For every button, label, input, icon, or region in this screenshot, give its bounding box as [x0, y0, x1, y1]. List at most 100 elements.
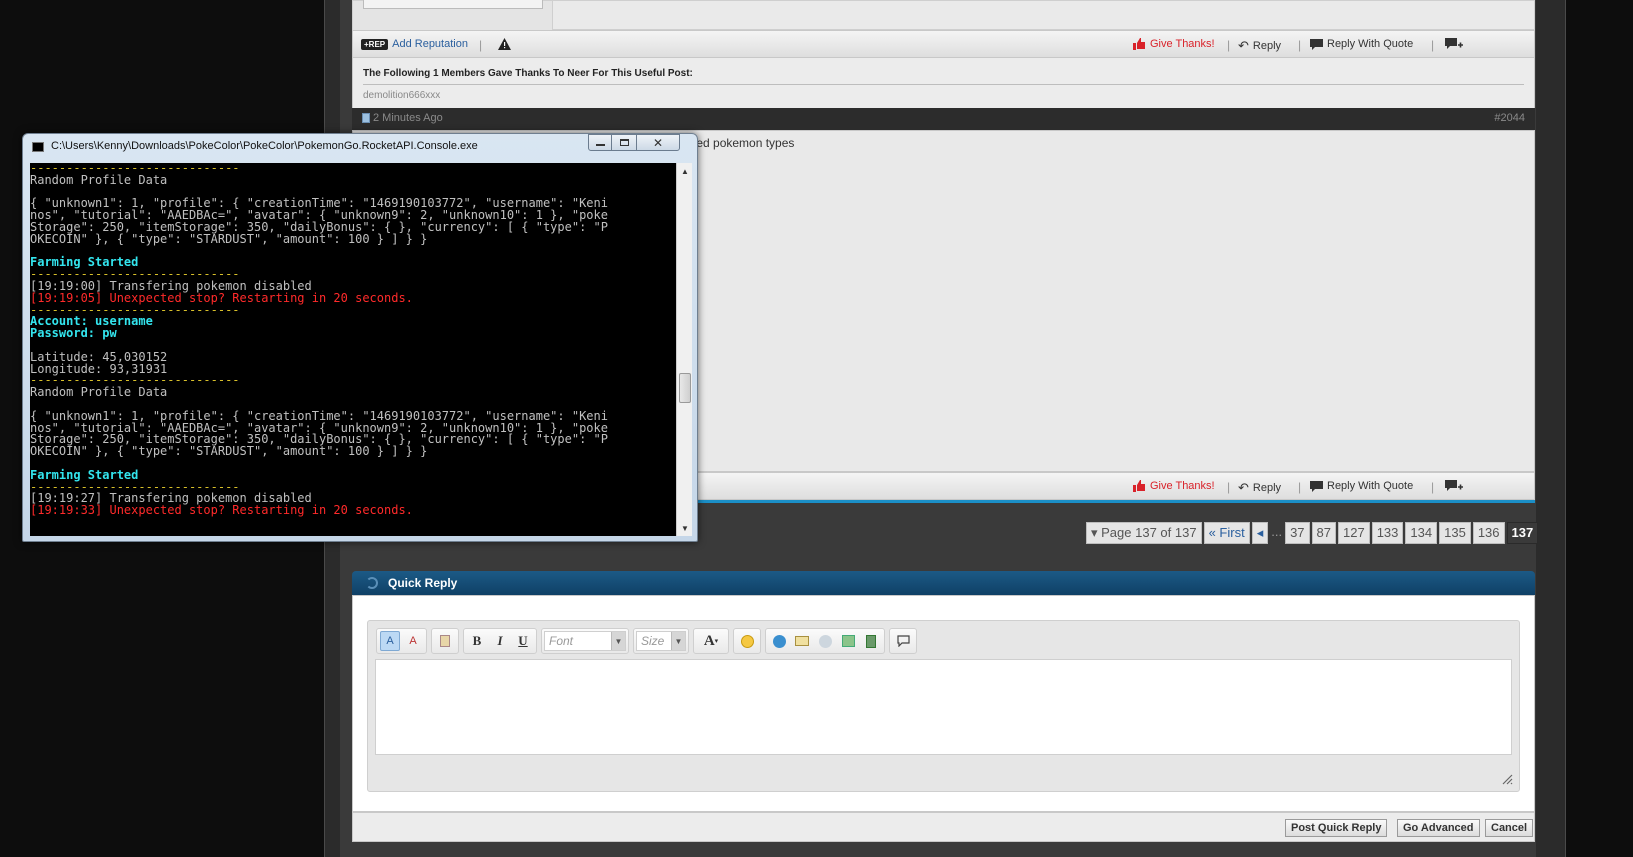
- post-time: 2 Minutes Ago: [362, 112, 443, 124]
- wysiwyg-toggle-icon[interactable]: A: [380, 631, 400, 651]
- scroll-thumb[interactable]: [679, 373, 691, 403]
- current-page: 137: [1506, 522, 1539, 544]
- console-line: Password: pw: [30, 326, 117, 341]
- previous-post-body: [352, 0, 1535, 31]
- post-number-link[interactable]: #2044: [1494, 112, 1525, 124]
- page-link[interactable]: 134: [1405, 522, 1438, 544]
- email-icon[interactable]: [792, 631, 812, 651]
- console-window[interactable]: C:\Users\Kenny\Downloads\PokeColor\PokeC…: [22, 133, 698, 542]
- size-select[interactable]: Size ▼: [636, 631, 686, 651]
- font-select[interactable]: Font ▼: [544, 631, 626, 651]
- console-app-icon: [32, 142, 44, 152]
- quick-reply-actions: Post Quick Reply Go Advanced Cancel: [352, 812, 1535, 842]
- editor: A A B I U Font ▼ Size ▼ A ▾: [367, 620, 1520, 792]
- remove-format-icon[interactable]: A: [403, 631, 423, 651]
- thumbs-up-icon: [1133, 38, 1145, 50]
- console-line: OKECOIN" }, { "type": "STARDUST", "amoun…: [30, 444, 428, 459]
- prev-page-link[interactable]: ◂: [1251, 522, 1269, 544]
- thanks-title: The Following 1 Members Gave Thanks To N…: [363, 68, 693, 79]
- multi-quote-button[interactable]: [1445, 480, 1463, 493]
- maximize-button[interactable]: [611, 134, 637, 151]
- post-header: 2 Minutes Ago #2044: [352, 108, 1535, 130]
- document-icon: [362, 113, 370, 123]
- page-link[interactable]: 133: [1371, 522, 1404, 544]
- thumbs-up-icon: [1133, 480, 1145, 492]
- reply-with-quote-label: Reply With Quote: [1327, 480, 1414, 492]
- give-thanks-label: Give Thanks!: [1150, 480, 1215, 492]
- underline-icon[interactable]: U: [513, 631, 533, 651]
- page-link[interactable]: 127: [1338, 522, 1370, 544]
- close-button[interactable]: ✕: [636, 134, 680, 151]
- thanked-user-link[interactable]: demolition666xxx: [363, 90, 440, 101]
- page-link[interactable]: 37: [1285, 522, 1310, 544]
- quick-reply-header: Quick Reply: [352, 571, 1535, 595]
- console-line: Random Profile Data: [30, 172, 168, 187]
- multi-quote-icon: [1445, 38, 1463, 49]
- quick-reply-icon: [366, 577, 378, 589]
- message-textarea[interactable]: [375, 659, 1512, 755]
- quote-bubble-icon: [1310, 480, 1323, 492]
- quick-reply-title: Quick Reply: [388, 576, 458, 590]
- console-line: Account: username: [30, 314, 153, 329]
- post-message-text: ted pokemon types: [693, 136, 795, 150]
- maximize-icon: [619, 139, 629, 146]
- page-link[interactable]: 87: [1311, 522, 1336, 544]
- reply-label: Reply: [1252, 482, 1282, 494]
- console-scrollbar[interactable]: ▲ ▼: [676, 163, 692, 536]
- reply-arrow-icon: ↶: [1238, 480, 1249, 495]
- reply-with-quote-button[interactable]: Reply With Quote: [1310, 480, 1413, 492]
- console-output: ----------------------------- Random Prof…: [30, 163, 676, 536]
- warning-icon: [498, 38, 511, 50]
- forum-footer: [340, 842, 1536, 857]
- pagination: ▾ Page 137 of 137 « First ◂ ... 37 87 12…: [1086, 522, 1539, 544]
- give-thanks-button[interactable]: Give Thanks!: [1133, 480, 1215, 492]
- quote-bubble-icon: [1310, 38, 1323, 50]
- thanks-box: The Following 1 Members Gave Thanks To N…: [352, 58, 1535, 108]
- post-time-label: 2 Minutes Ago: [373, 112, 443, 124]
- bold-icon[interactable]: B: [467, 631, 487, 651]
- link-icon[interactable]: [769, 631, 789, 651]
- image-icon[interactable]: [838, 631, 858, 651]
- reply-arrow-icon: ↶: [1238, 38, 1249, 53]
- paste-icon[interactable]: [435, 631, 455, 651]
- go-advanced-button[interactable]: Go Advanced: [1397, 819, 1480, 837]
- editor-toolbar: A A B I U Font ▼ Size ▼ A ▾: [376, 628, 917, 654]
- video-icon[interactable]: [861, 631, 881, 651]
- report-post-button[interactable]: [498, 38, 511, 50]
- give-thanks-label: Give Thanks!: [1150, 38, 1215, 50]
- add-reputation-link[interactable]: +REP Add Reputation: [361, 38, 468, 50]
- first-page-link[interactable]: « First: [1203, 522, 1250, 544]
- smiley-icon[interactable]: [737, 631, 757, 651]
- scroll-down-icon[interactable]: ▼: [677, 520, 693, 536]
- page-jump-dropdown[interactable]: ▾ Page 137 of 137: [1086, 522, 1202, 544]
- italic-icon[interactable]: I: [490, 631, 510, 651]
- multi-quote-icon: [1445, 480, 1463, 491]
- give-thanks-button[interactable]: Give Thanks!: [1133, 38, 1215, 50]
- reply-button[interactable]: ↶ Reply: [1238, 480, 1281, 496]
- multi-quote-button[interactable]: [1445, 38, 1463, 51]
- reply-label: Reply: [1252, 40, 1282, 52]
- page-link[interactable]: 136: [1472, 522, 1505, 544]
- minimize-icon: [595, 144, 605, 146]
- reply-with-quote-button[interactable]: Reply With Quote: [1310, 38, 1413, 50]
- add-reputation-label: Add Reputation: [392, 38, 468, 50]
- console-line: Random Profile Data: [30, 385, 168, 400]
- close-icon: ✕: [652, 135, 664, 150]
- console-line: [19:19:33] Unexpected stop? Restarting i…: [30, 503, 413, 518]
- post-quick-reply-button[interactable]: Post Quick Reply: [1285, 819, 1388, 837]
- console-window-title: C:\Users\Kenny\Downloads\PokeColor\PokeC…: [51, 140, 478, 152]
- page-gutter-right: [1536, 0, 1566, 857]
- minimize-button[interactable]: [588, 134, 612, 151]
- scroll-up-icon[interactable]: ▲: [677, 163, 693, 179]
- page-link[interactable]: 135: [1439, 522, 1471, 544]
- unlink-icon[interactable]: [815, 631, 835, 651]
- pagination-ellipsis: ...: [1271, 524, 1283, 539]
- rep-badge: +REP: [361, 38, 389, 50]
- text-color-icon[interactable]: A ▾: [697, 631, 725, 651]
- resize-grip-icon[interactable]: [1501, 773, 1513, 785]
- quote-icon[interactable]: [893, 631, 913, 651]
- user-info-panel: [353, 0, 553, 31]
- reply-button[interactable]: ↶ Reply: [1238, 38, 1281, 54]
- cancel-button[interactable]: Cancel: [1485, 819, 1534, 837]
- chevron-down-icon: ▼: [671, 632, 685, 650]
